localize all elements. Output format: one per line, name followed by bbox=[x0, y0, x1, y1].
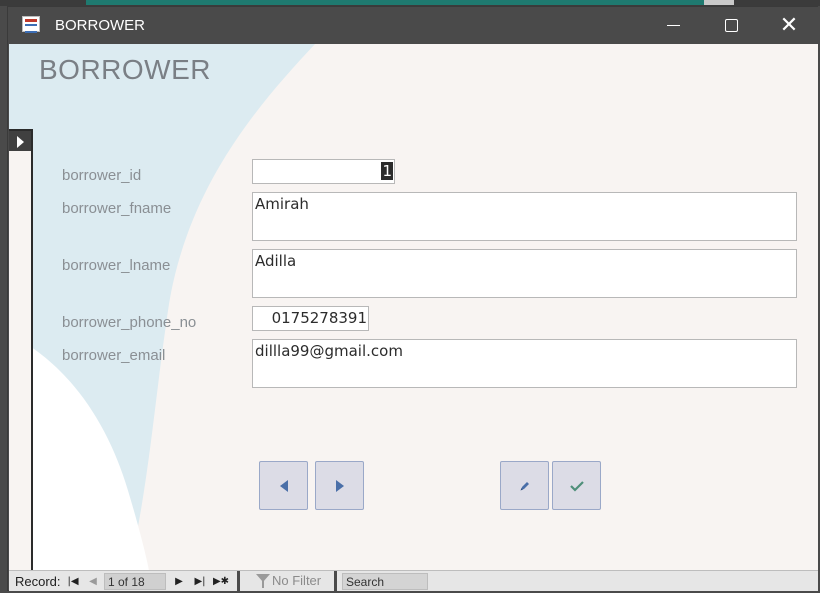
borrower-lname-field[interactable]: Adilla bbox=[252, 249, 797, 298]
record-label: Record: bbox=[15, 574, 61, 589]
current-record-arrow-icon bbox=[17, 136, 24, 148]
save-record-button[interactable] bbox=[552, 461, 601, 510]
maximize-icon bbox=[724, 19, 738, 32]
borrower-email-field[interactable]: dillla99@gmail.com bbox=[252, 339, 797, 388]
record-selector[interactable] bbox=[9, 129, 33, 570]
form-body: BORROWER borrower_id 1 borrower_fname Am… bbox=[9, 44, 818, 570]
next-record-button[interactable] bbox=[315, 461, 364, 510]
form-heading: BORROWER bbox=[39, 54, 211, 85]
form-icon bbox=[22, 16, 40, 33]
borrower-fname-field[interactable]: Amirah bbox=[252, 192, 797, 241]
pencil-icon bbox=[520, 481, 529, 490]
filter-toggle[interactable]: No Filter bbox=[256, 573, 336, 590]
borrower-fname-label: borrower_fname bbox=[62, 200, 172, 217]
maximize-button[interactable] bbox=[702, 7, 760, 44]
edit-record-button[interactable] bbox=[500, 461, 549, 510]
check-icon bbox=[569, 480, 584, 492]
background-curve-decoration bbox=[9, 44, 315, 570]
new-record-icon[interactable]: ▶✱ bbox=[212, 574, 230, 588]
borrower-id-field[interactable]: 1 bbox=[252, 159, 395, 184]
previous-record-button[interactable] bbox=[259, 461, 308, 510]
borrower-lname-label: borrower_lname bbox=[62, 257, 171, 274]
filter-label: No Filter bbox=[272, 573, 322, 588]
search-box[interactable]: Search bbox=[342, 573, 428, 590]
minimize-button[interactable] bbox=[644, 7, 702, 44]
record-navigation-bar: Record: |◀ ◀ 1 of 18 ▶ ▶| ▶✱ No Filter S… bbox=[9, 570, 818, 592]
filter-icon bbox=[256, 574, 270, 588]
window-title: BORROWER bbox=[55, 17, 145, 34]
borrower-phone-field[interactable]: 0175278391 bbox=[252, 306, 369, 331]
next-record-icon[interactable]: ▶ bbox=[173, 574, 185, 588]
borrower-id-label: borrower_id bbox=[62, 167, 142, 184]
borrower-lname-value: Adilla bbox=[255, 252, 297, 270]
first-record-icon[interactable]: |◀ bbox=[67, 574, 79, 588]
close-button[interactable]: ✕ bbox=[760, 7, 818, 44]
minimize-icon bbox=[666, 25, 680, 26]
last-record-icon[interactable]: ▶| bbox=[194, 574, 206, 588]
prev-record-icon[interactable]: ◀ bbox=[87, 574, 99, 588]
status-divider bbox=[237, 571, 240, 592]
borrower-email-label: borrower_email bbox=[62, 347, 166, 364]
record-position-box[interactable]: 1 of 18 bbox=[104, 573, 166, 590]
borrower-fname-value: Amirah bbox=[255, 195, 309, 213]
triangle-left-icon bbox=[279, 479, 288, 492]
borrower-phone-label: borrower_phone_no bbox=[62, 314, 197, 331]
borrower-phone-value: 0175278391 bbox=[271, 309, 367, 327]
triangle-right-icon bbox=[335, 479, 344, 492]
status-divider bbox=[334, 571, 337, 592]
borrower-email-value: dillla99@gmail.com bbox=[255, 342, 403, 360]
form-window: BORROWER ✕ BORROWER borrower_id 1 borrow… bbox=[7, 6, 819, 592]
borrower-id-value: 1 bbox=[381, 162, 393, 180]
title-bar[interactable]: BORROWER ✕ bbox=[8, 7, 819, 44]
close-icon: ✕ bbox=[779, 12, 799, 38]
background-tab-strip bbox=[86, 0, 704, 5]
background-tab-edge bbox=[704, 0, 734, 5]
